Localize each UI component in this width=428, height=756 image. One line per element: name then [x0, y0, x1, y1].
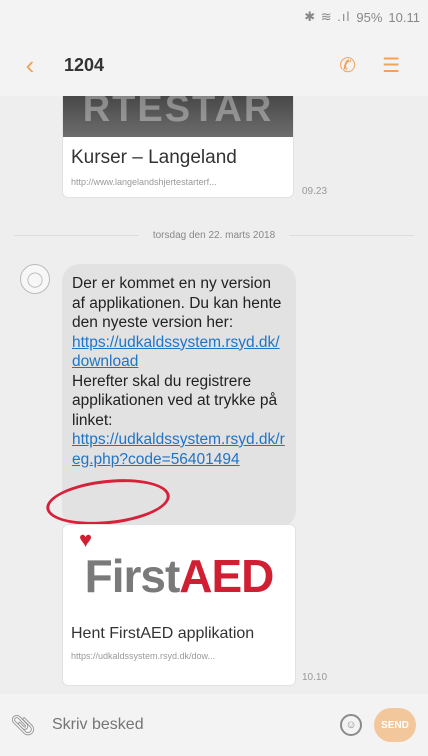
- heart-icon: ♥: [79, 527, 92, 552]
- phone-icon[interactable]: ✆: [339, 53, 356, 78]
- date-separator: torsdag den 22. marts 2018: [0, 230, 428, 241]
- chevron-left-icon: ‹: [25, 49, 35, 80]
- preview-image: RTESTAR: [63, 96, 293, 137]
- signal-icons: ✱ ≋ .ıl: [304, 9, 351, 24]
- composer-bar: 📎︎ ☺ SEND: [0, 694, 428, 756]
- send-button[interactable]: SEND: [374, 708, 416, 742]
- date-separator-label: torsdag den 22. marts 2018: [152, 230, 276, 241]
- menu-icon[interactable]: ☰: [382, 53, 400, 78]
- link-preview-card[interactable]: ♥ First AED Hent FirstAED applikation htt…: [62, 524, 296, 686]
- registration-link[interactable]: https://udkaldssystem.rsyd.dk/reg.php?co…: [72, 430, 286, 469]
- message-bubble[interactable]: Der er kommet en ny version af applikati…: [62, 264, 296, 528]
- back-button[interactable]: ‹: [0, 34, 60, 96]
- download-link[interactable]: https://udkaldssystem.rsyd.dk/download: [72, 333, 286, 372]
- preview-title: Hent FirstAED applikation: [71, 625, 255, 642]
- message-input[interactable]: [46, 716, 340, 734]
- message-text: Der er kommet en ny version af applikati…: [72, 275, 282, 331]
- preview-url: https://udkaldssystem.rsyd.dk/dow...: [71, 651, 216, 661]
- clock: 10.11: [388, 9, 420, 25]
- link-preview-card[interactable]: RTESTAR Kurser – Langeland http://www.la…: [62, 96, 294, 198]
- contact-avatar[interactable]: ◯: [20, 264, 50, 294]
- preview-url: http://www.langelandshjertestarterf...: [71, 177, 217, 187]
- status-bar: ✱ ≋ .ıl 95% 10.11: [0, 0, 428, 34]
- message-text: Herefter skal du registrere applikatione…: [72, 372, 278, 429]
- paperclip-icon[interactable]: 📎︎: [0, 713, 46, 738]
- message-list[interactable]: RTESTAR Kurser – Langeland http://www.la…: [0, 96, 428, 694]
- firstaed-logo: ♥ First AED: [79, 527, 274, 602]
- person-icon: ◯: [26, 271, 44, 288]
- message-time: 09.23: [302, 186, 328, 197]
- battery-level: 95%: [356, 9, 383, 25]
- conversation-title: 1204: [64, 54, 105, 75]
- emoji-icon[interactable]: ☺: [340, 714, 362, 736]
- preview-title: Kurser – Langeland: [71, 147, 237, 168]
- message-time: 10.10: [302, 672, 328, 683]
- app-bar: ‹ 1204 ✆ ☰: [0, 34, 428, 96]
